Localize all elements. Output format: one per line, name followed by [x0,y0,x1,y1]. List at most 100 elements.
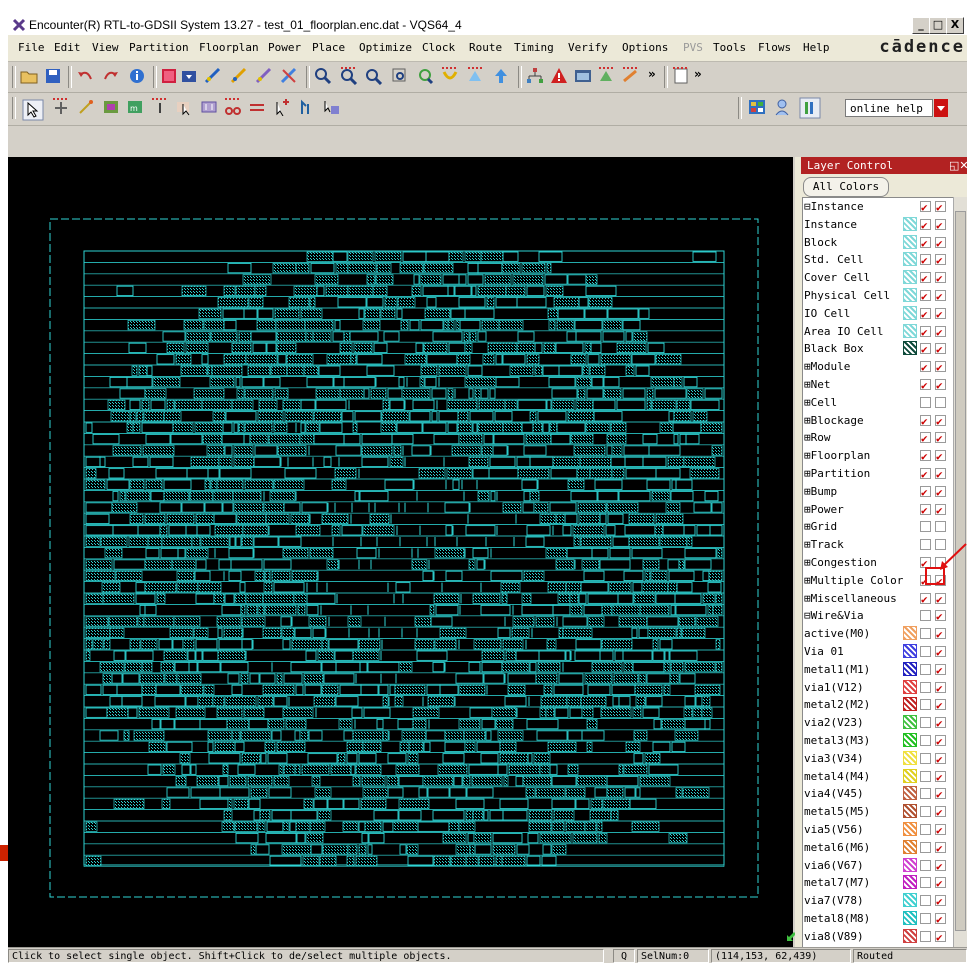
visibility-checkbox[interactable] [920,450,931,461]
layout-window-icon[interactable] [574,67,592,85]
layer-row[interactable]: ⊞Partition [803,465,953,482]
layer-color-swatch[interactable] [903,697,917,711]
selectability-checkbox[interactable] [935,593,946,604]
module-icon[interactable]: m [126,98,144,116]
visibility-checkbox[interactable] [920,646,931,657]
menu-verify[interactable]: Verify [568,41,608,54]
layer-color-swatch[interactable] [903,270,917,284]
visibility-checkbox[interactable] [920,504,931,515]
layer-color-swatch[interactable] [903,252,917,266]
layer-color-swatch[interactable] [903,875,917,889]
layer-color-swatch[interactable] [903,626,917,640]
color-dropdown-icon[interactable] [181,67,199,85]
layer-row[interactable]: ⊞Floorplan [803,447,953,464]
visibility-checkbox[interactable] [920,806,931,817]
maximize-button[interactable]: □ [929,17,947,34]
layer-row[interactable]: Via 01 [803,643,953,660]
highlight-net-icon[interactable] [204,67,222,85]
layer-row[interactable]: via3(V34) [803,750,953,767]
menu-tools[interactable]: Tools [713,41,746,54]
visibility-checkbox[interactable] [920,521,931,532]
layer-row[interactable]: Physical Cell [803,287,953,304]
layer-row[interactable]: via4(V45) [803,785,953,802]
visibility-checkbox[interactable] [920,379,931,390]
tree-icon[interactable] [526,67,544,85]
selectability-checkbox[interactable] [935,806,946,817]
layer-row[interactable]: ⊞Cell [803,394,953,411]
menu-file[interactable]: File [18,41,45,54]
layer-color-swatch[interactable] [903,662,917,676]
selectability-checkbox[interactable] [935,610,946,621]
layer-color-swatch[interactable] [903,769,917,783]
flight-icon[interactable] [622,67,640,85]
add-wire-icon[interactable] [273,98,291,116]
visibility-checkbox[interactable] [920,842,931,853]
layer-row[interactable]: IO Cell [803,305,953,322]
layer-row[interactable]: metal6(M6) [803,839,953,856]
visibility-checkbox[interactable] [920,486,931,497]
layer-row[interactable]: ⊞Track [803,536,953,553]
layer-color-swatch[interactable] [903,324,917,338]
layer-row[interactable]: metal3(M3) [803,732,953,749]
redraw-icon[interactable] [467,67,485,85]
visibility-checkbox[interactable] [920,201,931,212]
layer-row[interactable]: via5(V56) [803,821,953,838]
visibility-checkbox[interactable] [920,254,931,265]
zoom-in-icon[interactable] [340,67,358,85]
visibility-checkbox[interactable] [920,326,931,337]
menu-edit[interactable]: Edit [54,41,81,54]
layer-row[interactable]: via1(V12) [803,679,953,696]
toolbar-overflow-icon[interactable]: » [648,67,656,81]
layer-control-window-buttons[interactable]: ◱✕ [949,157,967,174]
selectability-checkbox[interactable] [935,735,946,746]
view-toggle-icon[interactable] [598,67,616,85]
visibility-checkbox[interactable] [920,717,931,728]
selectability-checkbox[interactable] [935,842,946,853]
layer-row[interactable]: Instance [803,216,953,233]
visibility-checkbox[interactable] [920,593,931,604]
layer-color-swatch[interactable] [903,235,917,249]
visibility-checkbox[interactable] [920,272,931,283]
layer-row[interactable]: ⊞Miscellaneous [803,590,953,607]
layer-row[interactable]: ⊞Power [803,501,953,518]
layer-row[interactable]: metal1(M1) [803,661,953,678]
layer-color-swatch[interactable] [903,929,917,943]
layer-color-swatch[interactable] [903,858,917,872]
layer-row[interactable]: ⊞Grid [803,518,953,535]
visibility-checkbox[interactable] [920,913,931,924]
layer-color-swatch[interactable] [903,644,917,658]
select-area-icon[interactable] [175,98,193,116]
online-help-field[interactable]: online help [845,99,933,117]
hierarchy-up-icon[interactable] [492,67,510,85]
selectability-checkbox[interactable] [935,379,946,390]
layer-row[interactable]: metal4(M4) [803,768,953,785]
selectability-checkbox[interactable] [935,343,946,354]
visibility-checkbox[interactable] [920,432,931,443]
selectability-checkbox[interactable] [935,664,946,675]
undo-icon[interactable] [76,67,94,85]
layer-row[interactable]: via2(V23) [803,714,953,731]
visibility-checkbox[interactable] [920,699,931,710]
visibility-checkbox[interactable] [920,771,931,782]
visibility-checkbox[interactable] [920,682,931,693]
visibility-checkbox[interactable] [920,397,931,408]
layer-color-swatch[interactable] [903,733,917,747]
redo-icon[interactable] [102,67,120,85]
query-button[interactable]: Q [613,949,635,963]
visibility-checkbox[interactable] [920,664,931,675]
visibility-checkbox[interactable] [920,824,931,835]
layout-canvas[interactable] [8,157,793,947]
toolbar-overflow-icon[interactable]: » [694,67,702,81]
select-multiple-icon[interactable] [322,98,340,116]
visibility-checkbox[interactable] [920,343,931,354]
layer-color-swatch[interactable] [903,288,917,302]
selectability-checkbox[interactable] [935,771,946,782]
selectability-checkbox[interactable] [935,521,946,532]
menu-options[interactable]: Options [622,41,668,54]
layer-row[interactable]: via6(V67) [803,857,953,874]
selectability-checkbox[interactable] [935,254,946,265]
wand-icon[interactable] [77,98,95,116]
layer-row[interactable]: via8(V89) [803,928,953,945]
selectability-checkbox[interactable] [935,895,946,906]
layer-color-swatch[interactable] [903,217,917,231]
